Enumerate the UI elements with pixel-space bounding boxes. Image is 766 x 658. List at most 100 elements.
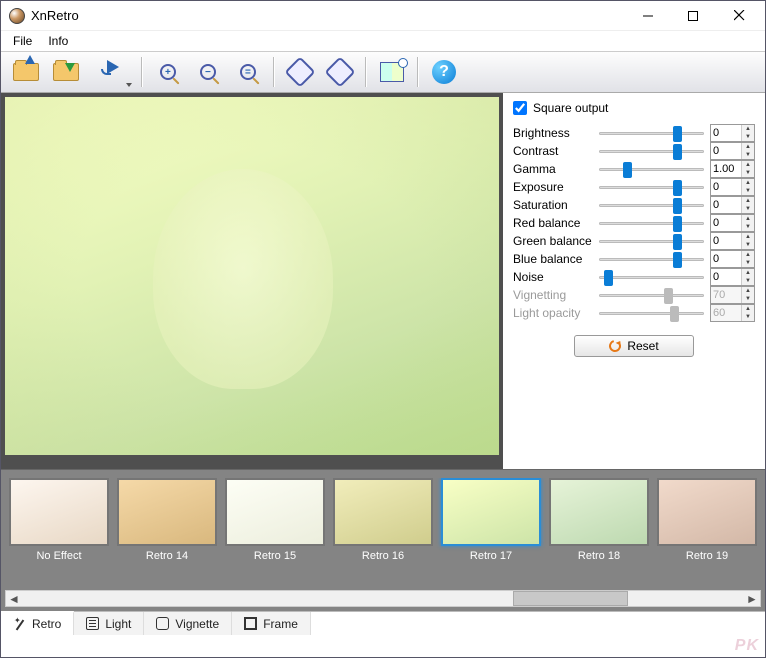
menu-info[interactable]: Info [40, 32, 76, 50]
spin-up-red_balance[interactable]: ▲ [742, 215, 754, 223]
spin-down-gamma[interactable]: ▼ [742, 169, 754, 177]
minimize-button[interactable] [625, 2, 670, 30]
slider-label-brightness: Brightness [513, 126, 593, 140]
controls-panel: Square output Brightness▲▼Contrast▲▼Gamm… [503, 93, 765, 469]
reset-button[interactable]: Reset [574, 335, 694, 357]
thumb-image [441, 478, 541, 546]
spin-blue_balance: ▲▼ [710, 250, 755, 268]
tab-vignette[interactable]: Vignette [144, 612, 232, 635]
tab-label: Light [105, 617, 131, 631]
toolbar-separator [273, 57, 275, 87]
slider-brightness[interactable] [599, 126, 704, 140]
help-button[interactable]: ? [425, 54, 463, 90]
scroll-track[interactable] [22, 591, 744, 606]
square-output-row: Square output [513, 99, 755, 117]
spin-down-brightness[interactable]: ▼ [742, 133, 754, 141]
spin-input-gamma[interactable] [711, 161, 741, 177]
effect-thumb-retro-14[interactable]: Retro 14 [117, 478, 217, 584]
thumb-label: Retro 14 [117, 550, 217, 562]
slider-contrast[interactable] [599, 144, 704, 158]
spin-down-contrast[interactable]: ▼ [742, 151, 754, 159]
close-button[interactable] [715, 2, 763, 30]
tab-frame[interactable]: Frame [232, 612, 311, 635]
spin-up-saturation[interactable]: ▲ [742, 197, 754, 205]
spin-input-brightness[interactable] [711, 125, 741, 141]
effect-thumb-no-effect[interactable]: No Effect [9, 478, 109, 584]
spin-down-blue_balance[interactable]: ▼ [742, 259, 754, 267]
spin-contrast: ▲▼ [710, 142, 755, 160]
slider-gamma[interactable] [599, 162, 704, 176]
slider-red_balance[interactable] [599, 216, 704, 230]
spin-down-light_opacity: ▼ [742, 313, 754, 321]
slider-exposure[interactable] [599, 180, 704, 194]
spin-up-exposure[interactable]: ▲ [742, 179, 754, 187]
slider-noise[interactable] [599, 270, 704, 284]
open-button[interactable] [7, 54, 45, 90]
zoom-fit-button[interactable]: = [229, 54, 267, 90]
effect-thumb-retro-16[interactable]: Retro 16 [333, 478, 433, 584]
zoom-out-button[interactable]: − [189, 54, 227, 90]
spin-up-blue_balance[interactable]: ▲ [742, 251, 754, 259]
compare-button[interactable] [373, 54, 411, 90]
slider-green_balance[interactable] [599, 234, 704, 248]
slider-saturation[interactable] [599, 198, 704, 212]
preview-subject [153, 169, 333, 389]
spin-up-green_balance[interactable]: ▲ [742, 233, 754, 241]
dropdown-arrow-icon [126, 83, 132, 87]
spin-input-red_balance[interactable] [711, 215, 741, 231]
thumb-label: Retro 19 [657, 550, 757, 562]
slider-label-gamma: Gamma [513, 162, 593, 176]
spin-input-blue_balance[interactable] [711, 251, 741, 267]
share-button[interactable] [87, 54, 135, 90]
spin-gamma: ▲▼ [710, 160, 755, 178]
spin-light_opacity: ▲▼ [710, 304, 755, 322]
effect-thumb-retro-17[interactable]: Retro 17 [441, 478, 541, 584]
rotate-right-button[interactable] [321, 54, 359, 90]
menu-file[interactable]: File [5, 32, 40, 50]
preview-image[interactable] [5, 97, 499, 455]
effect-thumb-retro-18[interactable]: Retro 18 [549, 478, 649, 584]
vignette-icon [156, 617, 169, 630]
scroll-right-button[interactable]: ► [744, 591, 760, 606]
spin-input-exposure[interactable] [711, 179, 741, 195]
thumb-image [117, 478, 217, 546]
spin-down-saturation[interactable]: ▼ [742, 205, 754, 213]
folder-open-icon [13, 63, 39, 81]
spin-down-exposure[interactable]: ▼ [742, 187, 754, 195]
scroll-left-button[interactable]: ◄ [6, 591, 22, 606]
tab-retro[interactable]: Retro [1, 611, 74, 635]
effect-thumb-retro-19[interactable]: Retro 19 [657, 478, 757, 584]
slider-row-vignetting: Vignetting▲▼ [513, 286, 755, 304]
square-output-checkbox[interactable] [513, 101, 527, 115]
spin-input-saturation[interactable] [711, 197, 741, 213]
scroll-thumb[interactable] [513, 591, 629, 606]
rotate-left-button[interactable] [281, 54, 319, 90]
spin-down-noise[interactable]: ▼ [742, 277, 754, 285]
spin-input-noise[interactable] [711, 269, 741, 285]
slider-blue_balance[interactable] [599, 252, 704, 266]
spin-down-green_balance[interactable]: ▼ [742, 241, 754, 249]
save-button[interactable] [47, 54, 85, 90]
zoom-in-icon: + [160, 64, 176, 80]
slider-vignetting [599, 288, 704, 302]
effect-thumb-retro-15[interactable]: Retro 15 [225, 478, 325, 584]
zoom-in-button[interactable]: + [149, 54, 187, 90]
slider-label-red_balance: Red balance [513, 216, 593, 230]
spin-up-gamma[interactable]: ▲ [742, 161, 754, 169]
slider-row-gamma: Gamma ▲▼ [513, 160, 755, 178]
main-content: Square output Brightness▲▼Contrast▲▼Gamm… [1, 93, 765, 469]
tab-light[interactable]: Light [74, 612, 144, 635]
spin-up-noise[interactable]: ▲ [742, 269, 754, 277]
slider-label-light_opacity: Light opacity [513, 306, 593, 320]
filmstrip-scrollbar[interactable]: ◄ ► [5, 590, 761, 607]
spin-input-green_balance[interactable] [711, 233, 741, 249]
spin-up-brightness[interactable]: ▲ [742, 125, 754, 133]
maximize-button[interactable] [670, 2, 715, 30]
spin-input-contrast[interactable] [711, 143, 741, 159]
app-icon [9, 8, 25, 24]
slider-row-green_balance: Green balance▲▼ [513, 232, 755, 250]
spin-up-contrast[interactable]: ▲ [742, 143, 754, 151]
spin-input-light_opacity [711, 305, 741, 321]
spin-down-red_balance[interactable]: ▼ [742, 223, 754, 231]
thumb-label: No Effect [9, 550, 109, 562]
